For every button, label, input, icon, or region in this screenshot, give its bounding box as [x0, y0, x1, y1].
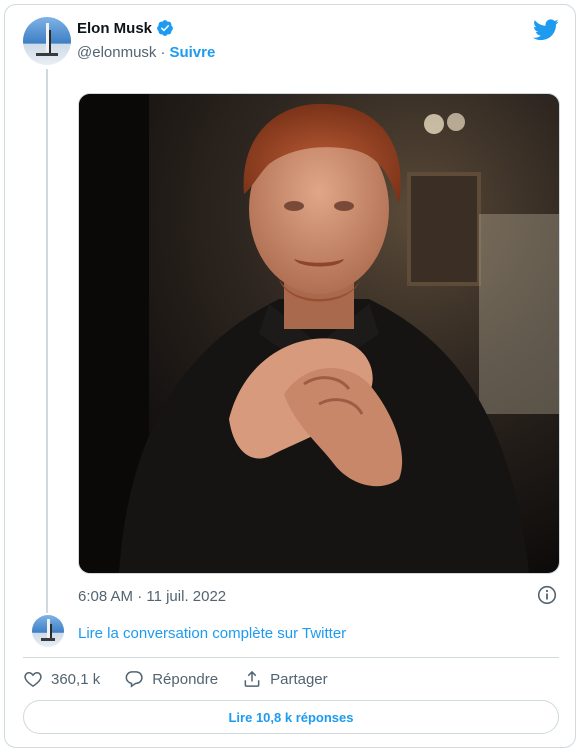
launch-pad-graphic — [36, 53, 58, 57]
share-label: Partager — [270, 670, 328, 688]
read-conversation-link[interactable]: Lire la conversation complète sur Twitte… — [78, 625, 346, 642]
conversation-avatar[interactable] — [32, 615, 64, 647]
like-action[interactable]: 360,1 k — [23, 669, 100, 689]
launch-tower-graphic — [50, 623, 52, 640]
share-icon — [244, 670, 260, 687]
thread-line — [46, 69, 48, 613]
divider — [23, 657, 559, 658]
author-avatar[interactable] — [23, 17, 71, 65]
follow-link[interactable]: Suivre — [169, 44, 215, 61]
reply-action[interactable]: Répondre — [124, 669, 218, 689]
like-count: 360,1 k — [51, 670, 101, 688]
portrait-photo-icon — [79, 94, 559, 573]
embedded-tweet-card: Elon Musk @elonmusk · Suivre 6:08 AM · 1… — [4, 4, 576, 748]
author-display-name[interactable]: Elon Musk — [77, 20, 152, 37]
twitter-bird-icon[interactable] — [533, 19, 559, 41]
tweet-photo[interactable] — [78, 93, 560, 574]
author-handle-row: @elonmusk · Suivre — [77, 44, 215, 61]
tweet-actions: 360,1 k Répondre Partager — [23, 669, 352, 689]
share-action[interactable]: Partager — [242, 669, 328, 689]
author-handle[interactable]: @elonmusk — [77, 44, 156, 61]
info-icon[interactable] — [537, 585, 557, 605]
separator-dot: · — [160, 44, 166, 61]
author-name-row[interactable]: Elon Musk — [77, 19, 174, 37]
reply-label: Répondre — [152, 670, 219, 688]
launch-tower-graphic — [49, 30, 51, 54]
heart-icon — [24, 671, 42, 687]
launch-pad-graphic — [40, 638, 56, 642]
tweet-timestamp[interactable]: 6:08 AM · 11 juil. 2022 — [78, 588, 226, 605]
reply-bubble-icon — [125, 671, 143, 688]
read-replies-button[interactable]: Lire 10,8 k réponses — [23, 700, 559, 734]
verified-badge-icon — [157, 20, 173, 36]
